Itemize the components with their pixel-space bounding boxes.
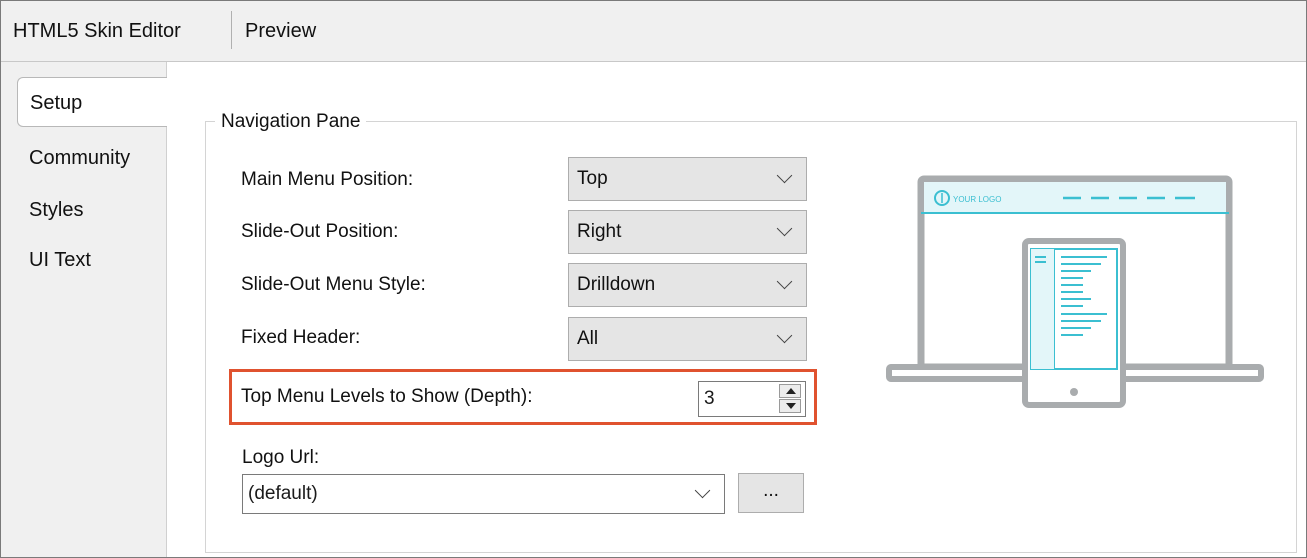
logo-url-label: Logo Url: (242, 447, 320, 468)
top-menu-levels-spinner[interactable]: 3 (698, 381, 806, 417)
spin-down-button[interactable] (779, 399, 801, 413)
side-tab-setup[interactable]: Setup (17, 77, 167, 127)
fixed-header-dropdown[interactable]: All (568, 317, 807, 361)
top-menu-levels-label: Top Menu Levels to Show (Depth): (241, 386, 533, 407)
side-tab-ui-text[interactable]: UI Text (29, 247, 91, 273)
spin-buttons (779, 384, 803, 414)
side-panel-divider (166, 62, 167, 557)
side-tab-styles[interactable]: Styles (29, 197, 83, 223)
fixed-header-label: Fixed Header: (241, 327, 361, 348)
spin-up-button[interactable] (779, 384, 801, 398)
main-menu-position-dropdown[interactable]: Top (568, 157, 807, 201)
side-tab-community[interactable]: Community (29, 145, 130, 171)
chevron-down-icon (776, 167, 793, 184)
navigation-pane-title: Navigation Pane (215, 109, 367, 135)
fixed-header-value: All (577, 328, 599, 349)
main-menu-position-value: Top (577, 168, 608, 189)
slide-out-position-value: Right (577, 221, 622, 242)
arrow-up-icon (786, 388, 796, 394)
top-menu-levels-value[interactable]: 3 (704, 386, 715, 412)
main-menu-position-label: Main Menu Position: (241, 169, 414, 190)
skin-editor-window: HTML5 Skin Editor Preview Setup Communit… (0, 0, 1307, 558)
slide-out-menu-style-value: Drilldown (577, 274, 656, 295)
logo-url-value[interactable]: (default) (248, 481, 318, 507)
slide-out-menu-style-dropdown[interactable]: Drilldown (568, 263, 807, 307)
chevron-down-icon (776, 327, 793, 344)
chevron-down-icon[interactable] (694, 482, 711, 499)
layout-preview-illustration: YOUR LOGO (886, 175, 1264, 408)
chevron-down-icon (776, 273, 793, 290)
slide-out-position-dropdown[interactable]: Right (568, 210, 807, 254)
slide-out-menu-style-label: Slide-Out Menu Style: (241, 274, 426, 295)
phone-icon (1022, 238, 1126, 408)
tab-html5-skin-editor[interactable]: HTML5 Skin Editor (13, 13, 181, 49)
logo-url-combo[interactable]: (default) (242, 474, 725, 514)
logo-placeholder-text: YOUR LOGO (953, 195, 1001, 204)
tab-preview[interactable]: Preview (245, 13, 316, 49)
arrow-down-icon (786, 403, 796, 409)
browse-logo-button[interactable]: ... (738, 473, 804, 513)
chevron-down-icon (776, 220, 793, 237)
slide-out-position-label: Slide-Out Position: (241, 221, 399, 242)
top-tab-bar: HTML5 Skin Editor Preview (1, 1, 1306, 62)
side-tab-panel (1, 62, 167, 557)
tab-separator (231, 11, 232, 49)
